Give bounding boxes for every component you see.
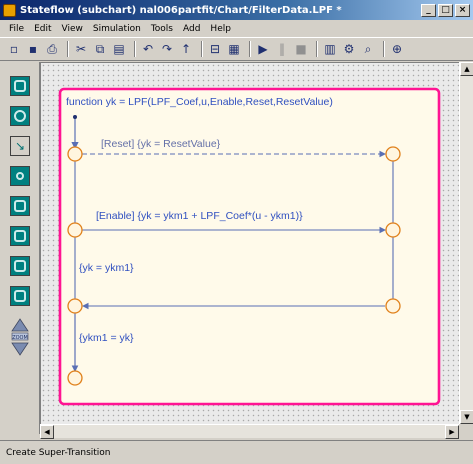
pause-icon[interactable]: ‖ — [274, 41, 290, 57]
copy-icon[interactable]: ⧉ — [92, 41, 108, 57]
truth-table-tool[interactable] — [10, 196, 30, 216]
junction-left-merge[interactable] — [67, 298, 83, 314]
close-button[interactable]: × — [455, 3, 470, 17]
tool-palette: ↘ ZOOM — [0, 62, 40, 434]
toolbar: ▫ ▪ ⎙ ✂ ⧉ ▤ ↶ ↷ ↑ ⊟ ▦ ▶ ‖ ■ ▥ ⚙ ⌕ ⊕ — [0, 37, 473, 61]
junction-end[interactable] — [67, 370, 83, 386]
undo-icon[interactable]: ↶ — [140, 41, 156, 57]
new-icon[interactable]: ▫ — [6, 41, 22, 57]
state-tool[interactable] — [10, 76, 30, 96]
status-bar: Create Super-Transition — [0, 440, 473, 464]
toolbar-separator — [201, 41, 203, 57]
stateflow-app-icon — [3, 3, 16, 17]
model-icon[interactable]: ▦ — [226, 41, 242, 57]
status-text: Create Super-Transition — [6, 447, 111, 458]
zoom-control[interactable]: ZOOM — [10, 317, 30, 357]
toolbar-separator — [67, 41, 69, 57]
scroll-right-icon[interactable]: ▶ — [445, 425, 459, 439]
explore-icon[interactable]: ⊟ — [207, 41, 223, 57]
redo-icon[interactable]: ↷ — [159, 41, 175, 57]
box-tool[interactable] — [10, 286, 30, 306]
zoom-icon[interactable]: ⊕ — [389, 41, 405, 57]
toolbar-separator — [383, 41, 385, 57]
zoom-arrows-icon: ZOOM — [11, 318, 29, 356]
junction-right-reset[interactable] — [385, 146, 401, 162]
menu-view[interactable]: View — [57, 24, 88, 34]
menu-edit[interactable]: Edit — [29, 24, 56, 34]
print-icon[interactable]: ⎙ — [44, 41, 60, 57]
enable-transition-label[interactable]: [Enable] {yk = ykm1 + LPF_Coef*(u - ykm1… — [96, 210, 303, 222]
junction-right-enable[interactable] — [385, 222, 401, 238]
paste-icon[interactable]: ▤ — [111, 41, 127, 57]
menu-bar: File Edit View Simulation Tools Add Help — [0, 20, 473, 37]
vertical-scrollbar[interactable]: ▲ ▼ — [459, 62, 473, 424]
horizontal-scrollbar[interactable]: ◀ ▶ — [40, 424, 459, 439]
debug-icon[interactable]: ⚙ — [341, 41, 357, 57]
toolbar-separator — [316, 41, 318, 57]
maximize-button[interactable]: □ — [438, 3, 453, 17]
function-signature[interactable]: function yk = LPF(LPF_Coef,u,Enable,Rese… — [66, 96, 333, 108]
chart-canvas[interactable]: function yk = LPF(LPF_Coef,u,Enable,Rese… — [40, 62, 459, 424]
stop-icon[interactable]: ■ — [293, 41, 309, 57]
stateflow-diagram: function yk = LPF(LPF_Coef,u,Enable,Rese… — [58, 87, 441, 406]
find-icon[interactable]: ⌕ — [360, 41, 376, 57]
update-transition-label[interactable]: {ykm1 = yk} — [79, 332, 134, 344]
menu-simulation[interactable]: Simulation — [88, 24, 146, 34]
junction-left-enable[interactable] — [67, 222, 83, 238]
menu-file[interactable]: File — [4, 24, 29, 34]
menu-add[interactable]: Add — [178, 24, 205, 34]
zoom-label: ZOOM — [12, 335, 28, 341]
scroll-down-icon[interactable]: ▼ — [460, 410, 473, 424]
build-icon[interactable]: ▥ — [322, 41, 338, 57]
up-icon[interactable]: ↑ — [178, 41, 194, 57]
menu-help[interactable]: Help — [205, 24, 236, 34]
save-icon[interactable]: ▪ — [25, 41, 41, 57]
play-icon[interactable]: ▶ — [255, 41, 271, 57]
connective-junction-tool[interactable] — [10, 166, 30, 186]
title-bar: Stateflow (subchart) nal006partfit/Chart… — [0, 0, 473, 20]
graphical-function-box[interactable] — [58, 87, 441, 406]
minimize-button[interactable]: _ — [421, 3, 436, 17]
scroll-left-icon[interactable]: ◀ — [40, 425, 54, 439]
scroll-up-icon[interactable]: ▲ — [460, 62, 473, 76]
menu-tools[interactable]: Tools — [146, 24, 178, 34]
window-title: Stateflow (subchart) nal006partfit/Chart… — [20, 4, 342, 16]
embedded-function-tool[interactable] — [10, 256, 30, 276]
junction-right-merge[interactable] — [385, 298, 401, 314]
reset-transition-label[interactable]: [Reset] {yk = ResetValue} — [101, 138, 221, 150]
junction-left-reset[interactable] — [67, 146, 83, 162]
history-junction-tool[interactable] — [10, 106, 30, 126]
hold-transition-label[interactable]: {yk = ykm1} — [79, 262, 134, 274]
default-transition-dot — [73, 115, 77, 119]
default-transition-tool[interactable]: ↘ — [10, 136, 30, 156]
scrollbar-corner — [459, 424, 473, 438]
graphical-function-tool[interactable] — [10, 226, 30, 246]
toolbar-separator — [249, 41, 251, 57]
cut-icon[interactable]: ✂ — [73, 41, 89, 57]
toolbar-separator — [134, 41, 136, 57]
